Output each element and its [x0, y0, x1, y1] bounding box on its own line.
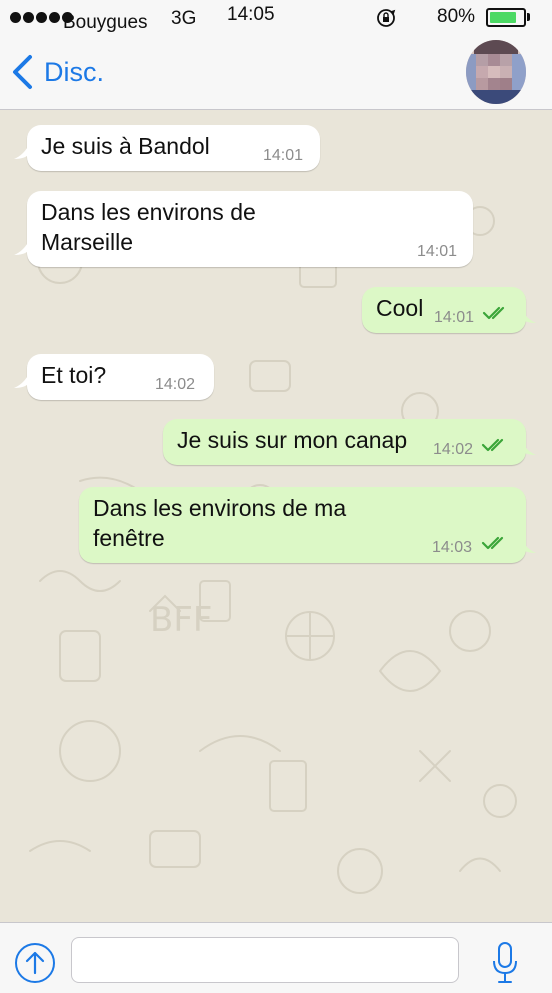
message-time: 14:01: [434, 309, 475, 326]
message-text-line: fenêtre: [93, 525, 165, 551]
message-incoming[interactable]: Je suis à Bandol 14:01: [27, 125, 320, 171]
message-outgoing[interactable]: Cool 14:01: [362, 287, 526, 333]
bubble-tail: [14, 143, 30, 159]
message-time: 14:01: [263, 147, 304, 164]
avatar-image: [466, 40, 526, 104]
message-time: 14:03: [432, 539, 473, 556]
chat-area[interactable]: BFF Je suis à Bandol 14:01 Dans les envi…: [0, 111, 552, 922]
message-text-line: Dans les environs de ma: [93, 495, 347, 521]
double-check-icon: [482, 306, 505, 320]
bubble-tail: [14, 239, 30, 255]
message-time: 14:02: [155, 376, 196, 393]
bubble-tail: [520, 537, 536, 553]
arrow-up-circle-icon[interactable]: [14, 942, 56, 984]
message-outgoing[interactable]: Dans les environs de ma fenêtre 14:03: [79, 487, 526, 563]
message-incoming[interactable]: Dans les environs de Marseille 14:01: [27, 191, 473, 267]
bubble-tail: [520, 307, 536, 323]
contact-avatar[interactable]: [466, 40, 526, 104]
message-text-line: Marseille: [41, 229, 134, 255]
message-text: Cool: [376, 295, 424, 321]
battery-icon: [486, 8, 526, 27]
message-text: Je suis à Bandol: [41, 133, 210, 159]
bubble-tail: [520, 439, 536, 455]
microphone-icon[interactable]: [490, 941, 520, 985]
message-input[interactable]: [71, 937, 459, 983]
nav-bar: Disc.: [0, 36, 552, 110]
double-check-icon: [481, 438, 504, 452]
rotation-lock-icon: [377, 9, 396, 27]
status-time: 14:05: [227, 4, 275, 25]
network-type: 3G: [171, 8, 197, 29]
message-text-line: Dans les environs de: [41, 199, 256, 225]
chevron-left-icon: [13, 55, 32, 89]
double-check-icon: [481, 536, 504, 550]
status-bar: Bouygues 3G 14:05 80%: [0, 0, 552, 36]
battery-level: [490, 12, 516, 23]
back-label: Disc.: [44, 56, 104, 87]
message-input-bar: [0, 922, 552, 993]
battery-percentage: 80%: [437, 6, 476, 27]
message-time: 14:01: [417, 243, 458, 260]
bubble-tail: [14, 372, 30, 388]
message-text: Et toi?: [41, 362, 107, 388]
battery-tip: [527, 13, 530, 21]
message-time: 14:02: [433, 441, 474, 458]
message-outgoing[interactable]: Je suis sur mon canap 14:02: [163, 419, 526, 465]
carrier-name: Bouygues: [63, 12, 148, 33]
message-text: Je suis sur mon canap: [177, 427, 408, 453]
message-incoming[interactable]: Et toi? 14:02: [27, 354, 214, 400]
back-button[interactable]: Disc.: [10, 54, 104, 90]
svg-text:BFF: BFF: [150, 600, 212, 640]
